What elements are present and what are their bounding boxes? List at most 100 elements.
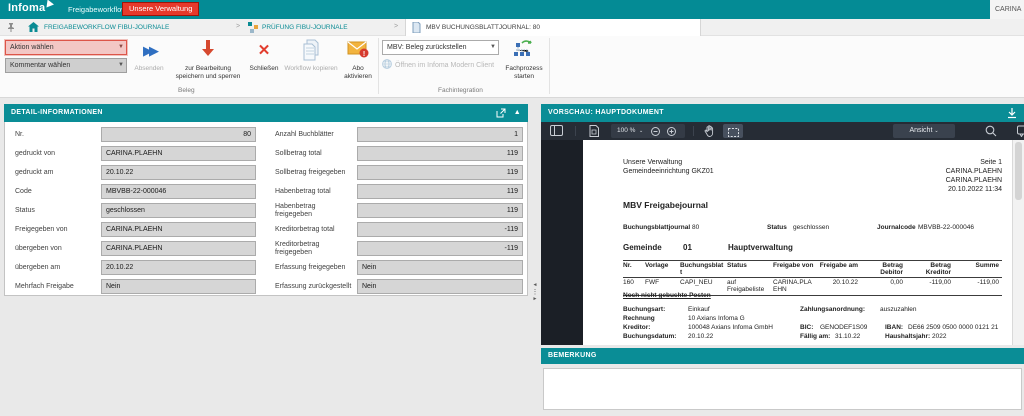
field-value: Nein: [357, 260, 523, 275]
action-select[interactable]: Aktion wählen: [5, 40, 127, 55]
doc-kv-row: Rechnung 10 Axians Infoma G: [623, 315, 1002, 324]
tenant-badge: Unsere Verwaltung: [122, 2, 199, 16]
svg-text:!: !: [363, 51, 365, 58]
doc-table-cell: 0,00: [861, 279, 906, 293]
copy-icon: [301, 39, 321, 61]
doc-kv-block: Buchungsart: Einkauf Zahlungsanordnung: …: [623, 306, 1002, 342]
detail-fields-left: Nr. 80 gedruckt von CARINA.PLAEHN gedruc…: [15, 127, 260, 298]
group-separator: [378, 38, 379, 94]
field-row: Anzahl Buchblätter 1: [275, 127, 523, 142]
breadcrumb-item-freigabeworkflow[interactable]: FREIGABEWORKFLOW FIBU-JOURNALE: [44, 24, 169, 31]
detail-panel-body: Nr. 80 gedruckt von CARINA.PLAEHN gedruc…: [4, 122, 528, 296]
comment-select[interactable]: Kommentar wählen: [5, 58, 127, 73]
group-separator: [549, 38, 550, 94]
field-label: Mehrfach Freigabe: [15, 283, 101, 291]
field-row: Sollbetrag freigegeben 119: [275, 165, 523, 180]
user-menu[interactable]: CARINA: [990, 0, 1024, 19]
field-value: CARINA.PLAEHN: [101, 222, 256, 237]
field-value: 20.10.22: [101, 260, 256, 275]
abo-aktivieren-button[interactable]: ! Abo aktivieren: [340, 39, 376, 95]
zoom-in-icon[interactable]: [667, 127, 676, 136]
field-row: Habenbetrag total 119: [275, 184, 523, 199]
doc-title: MBV Freigabejournal: [623, 200, 708, 210]
field-value: -119: [357, 241, 523, 256]
kv-label: Rechnung: [623, 315, 655, 322]
field-row: Freigegeben von CARINA.PLAEHN: [15, 222, 260, 237]
brand-play-icon: [47, 0, 55, 8]
doc-table-cell: -119,00: [906, 279, 954, 293]
kv-value: 10 Axians Infoma G: [688, 315, 745, 322]
scrollbar-thumb[interactable]: [1015, 142, 1022, 200]
bemerkung-panel-title: BEMERKUNG: [548, 352, 597, 359]
doc-section-code: 01: [683, 243, 692, 252]
marquee-tool-button[interactable]: [723, 124, 743, 138]
speichern-label: zur Bearbeitung speichern und sperren: [176, 65, 241, 80]
doc-table-header-cell: Betrag Debitor: [861, 262, 906, 276]
field-row: Kreditorbetrag freigegeben -119: [275, 241, 523, 256]
kv-value: auszuzahlen: [880, 306, 917, 313]
chevron-down-icon: ▼: [118, 62, 124, 68]
doc-table: Nr.VorlageBuchungsblattStatusFreigabe vo…: [623, 260, 1002, 296]
bemerkung-panel: BEMERKUNG: [541, 348, 1024, 416]
doc-page-number: Seite 1: [946, 158, 1002, 167]
kv-label: Kreditor:: [623, 324, 650, 331]
detail-panel-title: DETAIL-INFORMATIONEN: [11, 109, 103, 116]
panel-splitter[interactable]: ◄ ⋮ ►: [529, 104, 541, 345]
doc-meta-value: geschlossen: [793, 224, 829, 231]
mbv-select[interactable]: MBV: Beleg zurückstellen: [382, 40, 499, 55]
field-value: 80: [101, 127, 256, 142]
field-row: gedruckt am 20.10.22: [15, 165, 260, 180]
zoom-level[interactable]: 100 %: [617, 124, 635, 138]
preview-panel-title: VORSCHAU: HAUPTDOKUMENT: [548, 109, 664, 116]
kv-value: GENODEF1S09: [820, 324, 867, 331]
app-window: { "app": { "brand": "Infoma", "module": …: [0, 0, 1024, 416]
sidebar-toggle-icon[interactable]: [550, 125, 563, 136]
schliessen-label: Schließen: [250, 65, 279, 72]
field-value: 20.10.22: [101, 165, 256, 180]
group-label-fachintegration: Fachintegration: [438, 87, 483, 94]
doc-table-cell: -119,00: [954, 279, 1002, 293]
doc-table-cell: CAPI_NEU: [680, 279, 727, 293]
field-label: Erfassung zurückgestellt: [275, 283, 357, 291]
bemerkung-textarea[interactable]: [543, 368, 1022, 410]
field-label: Anzahl Buchblätter: [275, 131, 357, 139]
doc-table-header-cell: Status: [727, 262, 773, 276]
doc-meta-label: Journalcode: [877, 224, 916, 231]
comment-icon[interactable]: [1017, 125, 1024, 137]
fachprozess-starten-button[interactable]: Fachprozess starten: [501, 39, 547, 95]
home-icon[interactable]: [28, 22, 39, 32]
collapse-left-icon[interactable]: ◄: [529, 282, 541, 289]
breadcrumb-item-pruefung[interactable]: PRÜFUNG FIBU-JOURNALE: [262, 24, 348, 31]
schliessen-button[interactable]: ✕ Schließen: [246, 39, 282, 95]
doc-table-cell: FWF: [645, 279, 680, 293]
breadcrumb-separator: >: [394, 23, 398, 30]
doc-meta-row: Buchungsblattjournal 80 Status geschloss…: [623, 224, 1002, 233]
doc-subsection-title: Noch nicht gebuchte Posten: [623, 292, 711, 299]
field-label: Freigegeben von: [15, 226, 101, 234]
pdf-page: Unsere Verwaltung Gemeindeeinrichtung GK…: [583, 140, 1012, 345]
field-value: 119: [357, 184, 523, 199]
open-external-icon[interactable]: [496, 108, 506, 118]
open-modern-client-label: Öffnen im Infoma Modern Client: [395, 62, 494, 69]
field-row: gedruckt von CARINA.PLAEHN: [15, 146, 260, 161]
zoom-out-icon[interactable]: [651, 127, 660, 136]
pin-icon[interactable]: [6, 22, 16, 33]
breadcrumb-item-current[interactable]: MBV BUCHUNGSBLATTJOURNAL: 80: [426, 24, 540, 31]
chevron-down-icon[interactable]: ⌄: [639, 124, 643, 138]
collapse-right-icon[interactable]: ►: [529, 296, 541, 303]
zoom-control: 100 % ⌄: [611, 124, 685, 138]
envelope-alert-icon: !: [347, 39, 369, 59]
download-icon[interactable]: [1007, 108, 1017, 119]
kv-value: 2022: [932, 333, 946, 340]
view-dropdown[interactable]: Ansicht ⌄: [893, 124, 955, 138]
fit-page-icon[interactable]: [589, 125, 599, 137]
doc-table-cell: 160: [623, 279, 645, 293]
search-icon[interactable]: [985, 125, 997, 137]
hand-tool-icon[interactable]: [704, 125, 715, 137]
doc-table-cell: CARINA.PLAEHN: [773, 279, 818, 293]
document-icon: [412, 22, 421, 33]
preview-scrollbar[interactable]: [1012, 140, 1024, 345]
kv-value: 100048 Axians Infoma GmbH: [688, 324, 773, 331]
doc-meta-value: 80: [692, 224, 699, 231]
collapse-up-icon[interactable]: ▲: [514, 108, 521, 118]
